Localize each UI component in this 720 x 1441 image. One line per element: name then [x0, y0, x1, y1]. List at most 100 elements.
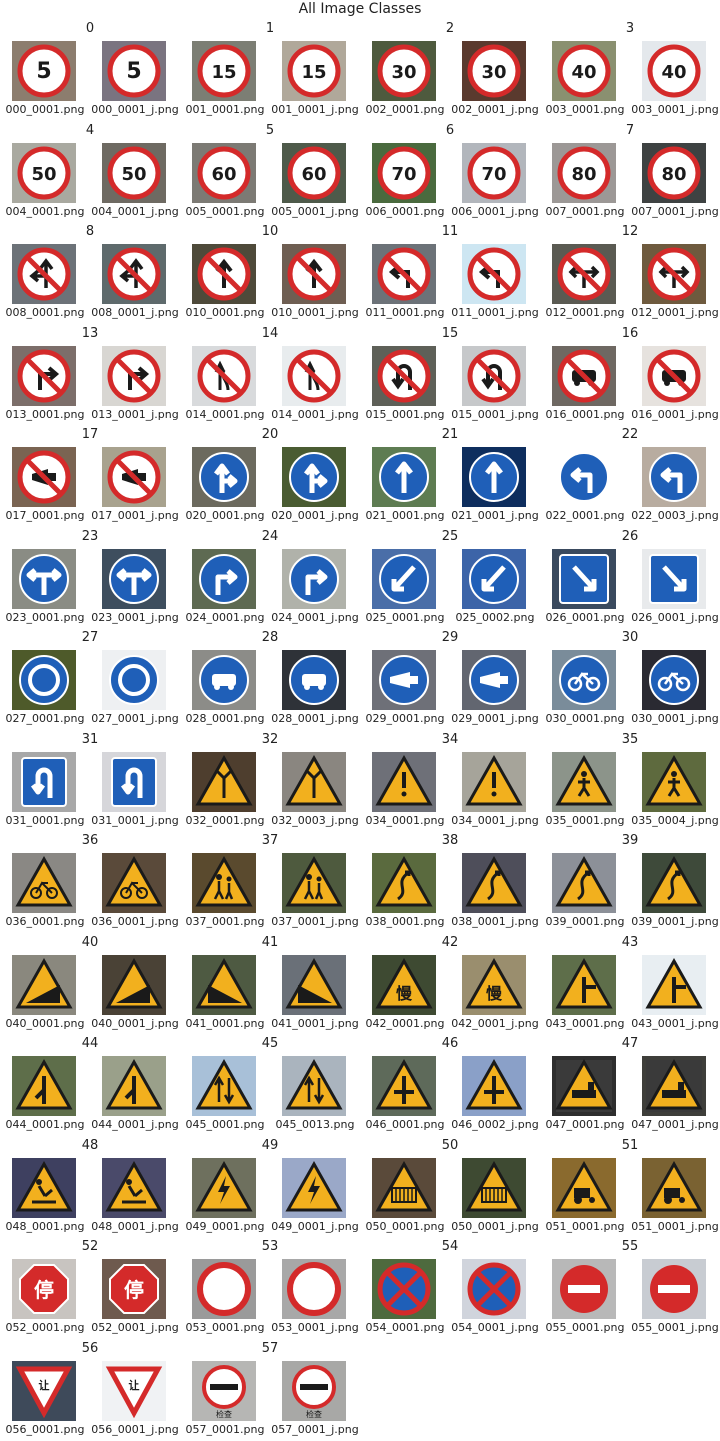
class-label: 52 [81, 1239, 99, 1254]
warning-steep-descent-sign-icon [12, 954, 76, 1015]
no-left-straight-sign-icon [102, 244, 166, 304]
image-filename: 008_0001_j.png [91, 306, 179, 319]
keep-right-sign-icon [552, 548, 616, 609]
image-cell: 050_0001.png [360, 1157, 450, 1238]
image-filename: 057_0001.png [185, 1422, 265, 1436]
image-filename: 000_0001_j.png [91, 103, 179, 116]
image-filename: 047_0001_j.png [631, 1118, 719, 1131]
svg-text:慢: 慢 [396, 984, 413, 1003]
image-cell: 023_0001_j.png [90, 548, 180, 629]
class-group-24: 24 024_0001.png 024_0001_j.png [180, 529, 360, 629]
image-cell: 041_0001_j.png [270, 954, 360, 1035]
no-left-turn-sign-icon [462, 244, 526, 304]
motor-vehicle-lane-sign-icon [192, 650, 256, 710]
class-group-42: 42 慢 042_0001.png 慢 042_0001_j.png [360, 935, 540, 1035]
image-filename: 031_0001.png [5, 813, 85, 827]
speed-limit-15-sign-icon: 15 [192, 41, 256, 101]
keep-left-sign-icon [462, 548, 526, 609]
warning-slow-sign-icon: 慢 [372, 954, 436, 1015]
warning-crossroad-sign-icon [462, 1056, 526, 1116]
warning-pedestrian-sign-icon [552, 751, 616, 812]
class-label: 40 [81, 934, 99, 950]
no-left-turn-sign-icon [372, 244, 436, 304]
image-cell: 026_0001_j.png [630, 548, 720, 629]
image-filename: 035_0004_j.png [631, 813, 719, 827]
image-cell: 040_0001_j.png [90, 954, 180, 1035]
image-filename: 030_0001.png [545, 712, 625, 725]
speed-limit-50-sign-icon: 50 [12, 142, 76, 203]
image-filename: 037_0001.png [185, 915, 265, 928]
warning-t-junction-sign-icon [642, 954, 706, 1015]
image-cell: 022_0003_j.png [630, 447, 720, 527]
image-filename: 014_0001_j.png [271, 407, 359, 421]
class-label: 34 [441, 731, 459, 747]
warning-children-sign-icon [282, 853, 346, 913]
image-filename: 002_0001.png [365, 103, 445, 116]
image-filename: 021_0001.png [365, 509, 445, 522]
image-filename: 017_0001_j.png [91, 509, 179, 522]
image-cell: 030_0001_j.png [630, 650, 720, 730]
motor-vehicle-lane-sign-icon [282, 650, 346, 710]
warning-bicycle-sign-icon [102, 853, 166, 913]
image-filename: 036_0001_j.png [91, 915, 179, 928]
class-group-49: 49 049_0001.png 049_0001_j.png [180, 1138, 360, 1238]
image-filename: 027_0001_j.png [91, 712, 179, 725]
speed-limit-30-sign-icon: 30 [372, 41, 436, 101]
image-cell: 026_0001.png [540, 548, 630, 629]
svg-text:检查: 检查 [306, 1409, 322, 1419]
class-label: 54 [441, 1239, 459, 1254]
image-filename: 044_0001_j.png [91, 1118, 179, 1131]
svg-text:停: 停 [34, 1278, 54, 1302]
warning-t-junction-sign-icon [552, 954, 616, 1015]
class-group-28: 28 028_0001.png 028_0001_j.png [180, 630, 360, 730]
image-filename: 049_0001.png [185, 1219, 265, 1233]
image-filename: 043_0001_j.png [631, 1016, 719, 1030]
class-label: 13 [81, 325, 99, 341]
turn-right-sign-icon [192, 548, 256, 609]
image-cell: 038_0001_j.png [450, 853, 540, 933]
class-label: 43 [621, 934, 639, 950]
class-label: 3 [625, 21, 635, 36]
image-cell: 017_0001_j.png [90, 447, 180, 527]
image-cell: 70 006_0001_j.png [450, 142, 540, 223]
image-cell: 047_0001.png [540, 1056, 630, 1136]
image-filename: 011_0001_j.png [451, 306, 539, 319]
image-filename: 054_0001.png [365, 1321, 445, 1334]
image-filename: 006_0001.png [365, 204, 445, 218]
class-group-41: 41 041_0001.png 041_0001_j.png [180, 935, 360, 1035]
image-filename: 028_0001_j.png [271, 712, 359, 725]
svg-text:慢: 慢 [486, 984, 503, 1003]
image-cell: 053_0001.png [180, 1259, 270, 1339]
class-label: 4 [85, 122, 95, 138]
class-label: 51 [621, 1137, 639, 1153]
u-turn-sign-icon [102, 751, 166, 812]
image-cell: 043_0001_j.png [630, 954, 720, 1035]
class-label: 1 [265, 21, 275, 36]
class-label: 28 [261, 630, 279, 645]
image-filename: 032_0003_j.png [271, 813, 359, 827]
image-filename: 032_0001.png [185, 813, 265, 827]
image-cell: 032_0001.png [180, 751, 270, 832]
class-group-35: 35 035_0001.png 035_0004_j.png [540, 732, 720, 832]
class-label: 10 [261, 224, 279, 239]
image-filename: 051_0001.png [545, 1219, 625, 1233]
class-group-38: 38 038_0001.png 038_0001_j.png [360, 833, 540, 933]
class-group-40: 40 040_0001.png 040_0001_j.png [0, 935, 180, 1035]
image-filename: 016_0001.png [545, 407, 625, 421]
image-cell: 010_0001.png [180, 244, 270, 324]
no-entry-sign-icon [642, 1259, 706, 1319]
image-cell: 045_0001.png [180, 1056, 270, 1136]
image-cell: 025_0001.png [360, 548, 450, 629]
class-group-29: 29 029_0001.png 029_0001_j.png [360, 630, 540, 730]
image-filename: 006_0001_j.png [451, 204, 539, 218]
image-cell: 014_0001_j.png [270, 345, 360, 426]
image-cell: 028_0001.png [180, 650, 270, 730]
class-group-4: 4 50 004_0001.png 50 004_0001_j.png [0, 123, 180, 223]
image-cell: 047_0001_j.png [630, 1056, 720, 1136]
image-cell: 034_0001.png [360, 751, 450, 832]
class-label: 48 [81, 1137, 99, 1153]
warning-lightning-sign-icon [192, 1157, 256, 1218]
class-label: 50 [441, 1137, 459, 1153]
class-label: 5 [265, 122, 275, 138]
no-overtaking-sign-icon [192, 345, 256, 406]
